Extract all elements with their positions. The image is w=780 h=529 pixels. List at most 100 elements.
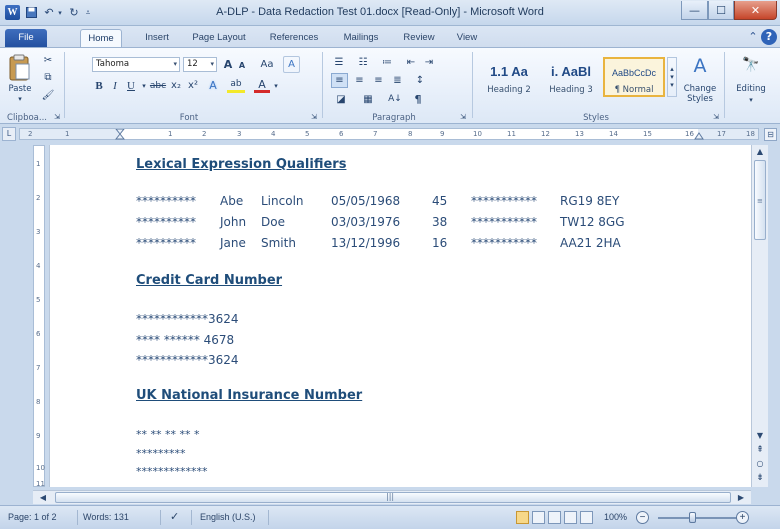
subscript-button[interactable]: x₂ [169,78,183,93]
italic-button[interactable]: I [108,78,122,93]
underline-dropdown-icon[interactable]: ▾ [140,78,148,93]
close-button[interactable]: ✕ [734,1,777,20]
maximize-button[interactable]: ☐ [708,1,734,20]
vertical-ruler[interactable]: 1 2 3 4 5 6 7 8 9 10 11 [33,145,45,488]
decrease-indent-icon[interactable]: ⇤ [404,55,418,69]
bold-button[interactable]: B [92,78,106,93]
draft-view-icon[interactable] [580,511,593,524]
shading-icon[interactable]: ◪ [331,92,351,106]
page-count[interactable]: Page: 1 of 2 [8,512,57,522]
multilevel-list-icon[interactable]: ≔ [379,55,395,69]
tab-selector[interactable]: L [2,127,16,141]
borders-icon[interactable]: ▦ [358,92,378,106]
justify-icon[interactable]: ≣ [390,73,405,88]
tab-references[interactable]: References [262,29,326,48]
tab-page-layout[interactable]: Page Layout [186,29,252,48]
font-name-combo[interactable]: Tahoma ▾ [92,57,180,72]
clipboard-launcher-icon[interactable]: ⇲ [52,112,62,122]
outline-view-icon[interactable] [564,511,577,524]
next-page-icon[interactable]: ⇟ [752,471,768,485]
font-size-combo[interactable]: 12 ▾ [183,57,217,72]
text-effects-button[interactable]: A [205,78,221,93]
previous-page-icon[interactable]: ⇞ [752,443,768,457]
scroll-up-icon[interactable]: ▲ [752,145,768,159]
change-case-button[interactable]: Aa [257,57,277,72]
underline-button[interactable]: U [124,78,138,93]
increase-indent-icon[interactable]: ⇥ [422,55,436,69]
line-spacing-icon[interactable]: ↕ [412,73,428,88]
style-heading-3[interactable]: i. AaBl Heading 3 [540,57,602,97]
font-color-dropdown-icon[interactable]: ▾ [272,78,280,93]
highlight-button[interactable]: ab [227,78,245,93]
print-layout-view-icon[interactable] [516,511,529,524]
vertical-scrollbar[interactable]: ▲ ≡ ▼ ⇞ ○ ⇟ [751,145,768,487]
align-right-icon[interactable]: ≡ [371,73,386,88]
minimize-button[interactable]: — [681,1,708,20]
show-formatting-icon[interactable]: ¶ [410,92,426,106]
bullets-icon[interactable]: ☰ [331,55,347,69]
horizontal-scroll-thumb[interactable]: ||| [55,492,731,503]
select-browse-object-icon[interactable]: ○ [752,457,768,471]
horizontal-ruler[interactable]: 2 1 1 2 3 4 5 6 7 8 9 10 11 12 13 14 15 … [19,128,759,140]
zoom-in-button[interactable]: + [736,511,749,524]
change-styles-icon[interactable]: A [687,54,713,78]
style-heading-2[interactable]: 1.1 Aa Heading 2 [478,57,540,97]
zoom-level[interactable]: 100% [604,512,627,522]
binoculars-icon[interactable]: 🔭 [737,54,765,76]
grow-font-button[interactable]: A [221,57,235,72]
font-color-button[interactable]: A [254,78,270,93]
redo-icon[interactable]: ↻ [67,5,81,20]
zoom-slider-knob[interactable] [689,512,696,523]
undo-icon[interactable]: ↶ [42,5,56,20]
sort-icon[interactable]: A↓ [386,92,404,106]
paste-button[interactable]: Paste [4,84,36,94]
undo-dropdown-icon[interactable]: ▾ [56,5,64,20]
superscript-button[interactable]: x² [186,78,200,93]
change-styles-button[interactable]: Change Styles [679,84,721,104]
vertical-scroll-thumb[interactable]: ≡ [754,160,766,240]
horizontal-scrollbar[interactable]: ◀ ||| ▶ [33,490,751,504]
save-icon[interactable] [24,5,38,20]
styles-scroll-icon[interactable]: ▴ ▾ ▾ [667,57,677,97]
web-layout-view-icon[interactable] [548,511,561,524]
help-icon[interactable]: ? [761,29,777,45]
paste-dropdown-icon[interactable]: ▾ [13,95,27,103]
shrink-font-button[interactable]: A [236,58,248,73]
tab-review[interactable]: Review [396,29,442,48]
tab-file[interactable]: File [5,29,47,48]
tab-insert[interactable]: Insert [135,29,179,48]
view-ruler-icon[interactable]: ⊟ [764,128,777,141]
proofing-icon[interactable]: ✓ [170,510,179,523]
tab-home[interactable]: Home [80,29,122,48]
editing-dropdown-icon[interactable]: ▾ [746,96,756,104]
right-indent-marker-icon[interactable] [694,130,704,140]
strikethrough-button[interactable]: abc [149,78,167,93]
format-painter-icon[interactable]: 🖌 [41,88,55,102]
cut-icon[interactable]: ✂ [41,53,55,67]
indent-marker-icon[interactable] [115,129,125,140]
clear-formatting-button[interactable]: A [283,56,300,73]
tab-mailings[interactable]: Mailings [334,29,388,48]
copy-icon[interactable]: ⧉ [41,70,55,84]
scroll-left-icon[interactable]: ◀ [35,491,51,504]
styles-launcher-icon[interactable]: ⇲ [711,112,721,122]
style-normal[interactable]: AaBbCcDc ¶ Normal [603,57,665,97]
align-left-icon[interactable]: ≡ [331,73,348,88]
editing-button[interactable]: Editing [727,84,775,94]
tab-view[interactable]: View [450,29,484,48]
paste-icon[interactable] [6,53,34,83]
scroll-down-icon[interactable]: ▼ [752,429,768,443]
zoom-slider-track[interactable] [658,517,738,519]
scroll-right-icon[interactable]: ▶ [733,491,749,504]
word-count[interactable]: Words: 131 [83,512,129,522]
zoom-out-button[interactable]: − [636,511,649,524]
align-center-icon[interactable]: ≡ [352,73,367,88]
numbering-icon[interactable]: ☷ [355,55,371,69]
language[interactable]: English (U.S.) [200,512,256,522]
paragraph-launcher-icon[interactable]: ⇲ [458,112,468,122]
font-launcher-icon[interactable]: ⇲ [309,112,319,122]
document-page[interactable]: Lexical Expression Qualifiers **********… [49,145,751,487]
customize-quick-access-icon[interactable]: ⩡ [83,5,93,20]
full-screen-reading-view-icon[interactable] [532,511,545,524]
minimize-ribbon-icon[interactable]: ⌃ [745,29,761,45]
